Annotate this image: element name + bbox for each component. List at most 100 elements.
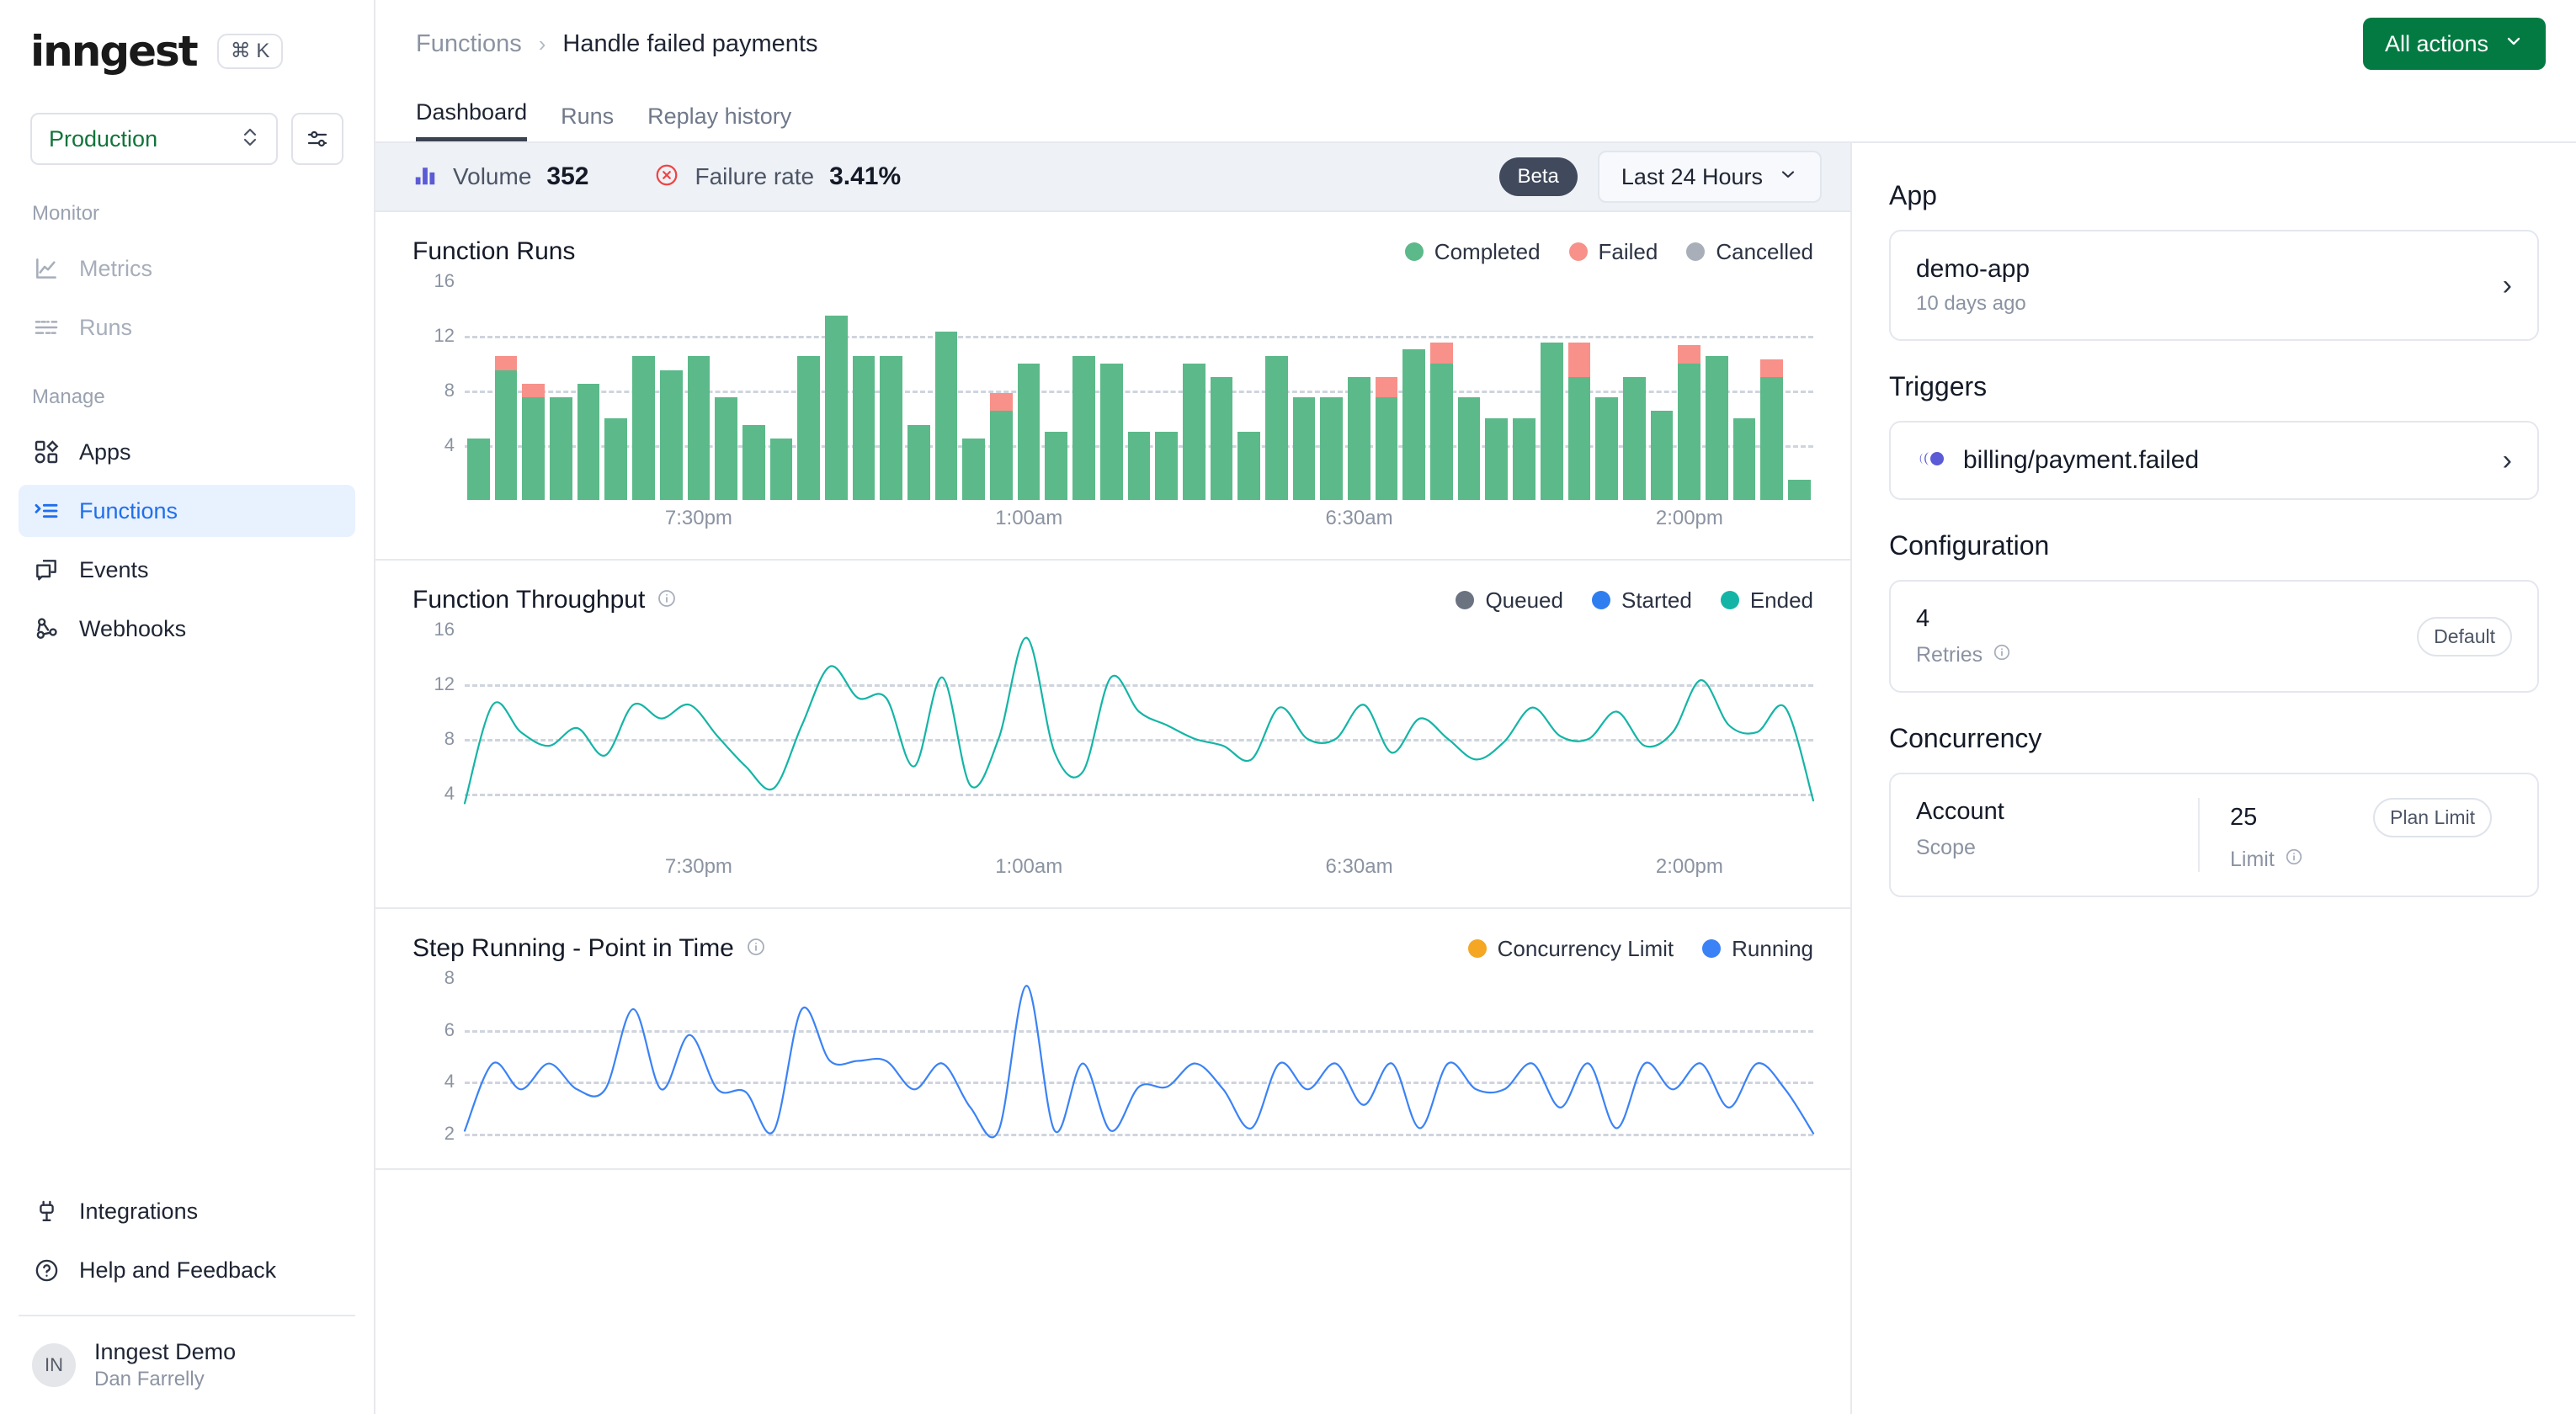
bar-column[interactable] — [1152, 281, 1180, 500]
bar-column[interactable] — [1510, 281, 1538, 500]
bar-column[interactable] — [1345, 281, 1373, 500]
bar-column[interactable] — [1042, 281, 1070, 500]
legend-item-completed[interactable]: Completed — [1405, 239, 1541, 265]
chart-cards: Function Runs Completed Failed — [375, 212, 1850, 1414]
sidebar-section-manage: Manage — [19, 385, 355, 409]
bar-segment — [688, 356, 711, 500]
bar-column[interactable] — [850, 281, 878, 500]
bar-column[interactable] — [1593, 281, 1621, 500]
bar-column[interactable] — [905, 281, 933, 500]
legend-item-started[interactable]: Started — [1592, 587, 1692, 614]
bar-segment — [495, 356, 518, 369]
bar-segment — [632, 356, 655, 500]
grid-shapes-icon — [32, 438, 61, 466]
bar-column[interactable] — [1126, 281, 1153, 500]
bar-column[interactable] — [575, 281, 603, 500]
environment-select[interactable]: Production — [30, 113, 278, 165]
bar-column[interactable] — [795, 281, 822, 500]
bar-column[interactable] — [768, 281, 796, 500]
bar-column[interactable] — [1180, 281, 1208, 500]
bar-column[interactable] — [1428, 281, 1456, 500]
bar-column[interactable] — [960, 281, 987, 500]
chart-title: Step Running - Point in Time — [412, 934, 734, 963]
bar-column[interactable] — [1648, 281, 1676, 500]
bar-column[interactable] — [740, 281, 768, 500]
bar-column[interactable] — [1621, 281, 1648, 500]
legend-item-running[interactable]: Running — [1702, 936, 1813, 962]
function-list-icon — [32, 497, 61, 525]
sidebar-item-events[interactable]: Events — [19, 544, 355, 596]
breadcrumb-functions[interactable]: Functions — [416, 30, 522, 58]
sidebar-item-integrations[interactable]: Integrations — [19, 1185, 355, 1237]
bar-column[interactable] — [1566, 281, 1594, 500]
bar-column[interactable] — [1758, 281, 1786, 500]
bar-column[interactable] — [1538, 281, 1566, 500]
user-account-button[interactable]: IN Inngest Demo Dan Farrelly — [19, 1315, 355, 1414]
bar-segment — [825, 316, 848, 500]
info-icon[interactable] — [1993, 643, 2011, 667]
bar-column[interactable] — [1070, 281, 1098, 500]
bar-column[interactable] — [1400, 281, 1428, 500]
legend-item-queued[interactable]: Queued — [1456, 587, 1563, 614]
info-icon[interactable] — [746, 937, 766, 961]
bar-column[interactable] — [1703, 281, 1731, 500]
bar-column[interactable] — [1291, 281, 1318, 500]
bar-column[interactable] — [630, 281, 657, 500]
bar-column[interactable] — [1456, 281, 1483, 500]
bar-column[interactable] — [519, 281, 547, 500]
legend-item-concurrency-limit[interactable]: Concurrency Limit — [1468, 936, 1674, 962]
bar-column[interactable] — [465, 281, 492, 500]
bar-column[interactable] — [987, 281, 1015, 500]
logo-row: inngest ⌘ K — [30, 27, 343, 76]
bar-column[interactable] — [1098, 281, 1126, 500]
bar-column[interactable] — [822, 281, 850, 500]
bar-column[interactable] — [1786, 281, 1813, 500]
command-k-badge[interactable]: ⌘ K — [217, 34, 284, 69]
chevron-right-icon: › — [2503, 271, 2512, 300]
bar-segment — [935, 332, 958, 500]
bar-column[interactable] — [657, 281, 685, 500]
bar-column[interactable] — [685, 281, 713, 500]
bar-column[interactable] — [1675, 281, 1703, 500]
concurrency-scope-col: Account Scope — [1916, 798, 2198, 872]
tab-runs[interactable]: Runs — [561, 104, 614, 141]
tab-replay-history[interactable]: Replay history — [647, 104, 791, 141]
info-icon[interactable] — [657, 588, 677, 613]
bar-column[interactable] — [492, 281, 520, 500]
scope-value: Account — [1916, 798, 2178, 826]
bar-column[interactable] — [1015, 281, 1043, 500]
time-range-select[interactable]: Last 24 Hours — [1598, 151, 1822, 203]
bar-column[interactable] — [712, 281, 740, 500]
bar-column[interactable] — [1482, 281, 1510, 500]
bar-column[interactable] — [602, 281, 630, 500]
info-icon[interactable] — [2285, 848, 2303, 872]
bar-column[interactable] — [1373, 281, 1401, 500]
legend-item-cancelled[interactable]: Cancelled — [1686, 239, 1813, 265]
line-chart-icon — [32, 254, 61, 283]
app-card[interactable]: demo-app 10 days ago › — [1889, 230, 2539, 341]
bar-column[interactable] — [547, 281, 575, 500]
all-actions-button[interactable]: All actions — [2363, 18, 2546, 70]
sidebar-item-runs[interactable]: Runs — [19, 301, 355, 354]
tab-dashboard[interactable]: Dashboard — [416, 99, 527, 141]
event-icon — [1916, 448, 1945, 474]
bar-column[interactable] — [1208, 281, 1236, 500]
sidebar-item-webhooks[interactable]: Webhooks — [19, 603, 355, 655]
sidebar-item-metrics[interactable]: Metrics — [19, 242, 355, 295]
bar-column[interactable] — [933, 281, 961, 500]
bar-column[interactable] — [1235, 281, 1263, 500]
sidebar-item-functions[interactable]: Functions — [19, 485, 355, 537]
legend-item-ended[interactable]: Ended — [1721, 587, 1813, 614]
sidebar-item-help[interactable]: Help and Feedback — [19, 1244, 355, 1296]
environment-settings-button[interactable] — [291, 113, 343, 165]
bar-column[interactable] — [1317, 281, 1345, 500]
legend-item-failed[interactable]: Failed — [1569, 239, 1658, 265]
bar-segment — [1376, 397, 1398, 500]
bar-column[interactable] — [877, 281, 905, 500]
sidebar-item-apps[interactable]: Apps — [19, 426, 355, 478]
bar-column[interactable] — [1263, 281, 1291, 500]
bar-column[interactable] — [1731, 281, 1759, 500]
sidebar-nav: Monitor Metrics — [0, 165, 374, 1185]
metric-volume-value: 352 — [546, 162, 588, 191]
trigger-card[interactable]: billing/payment.failed › — [1889, 421, 2539, 500]
